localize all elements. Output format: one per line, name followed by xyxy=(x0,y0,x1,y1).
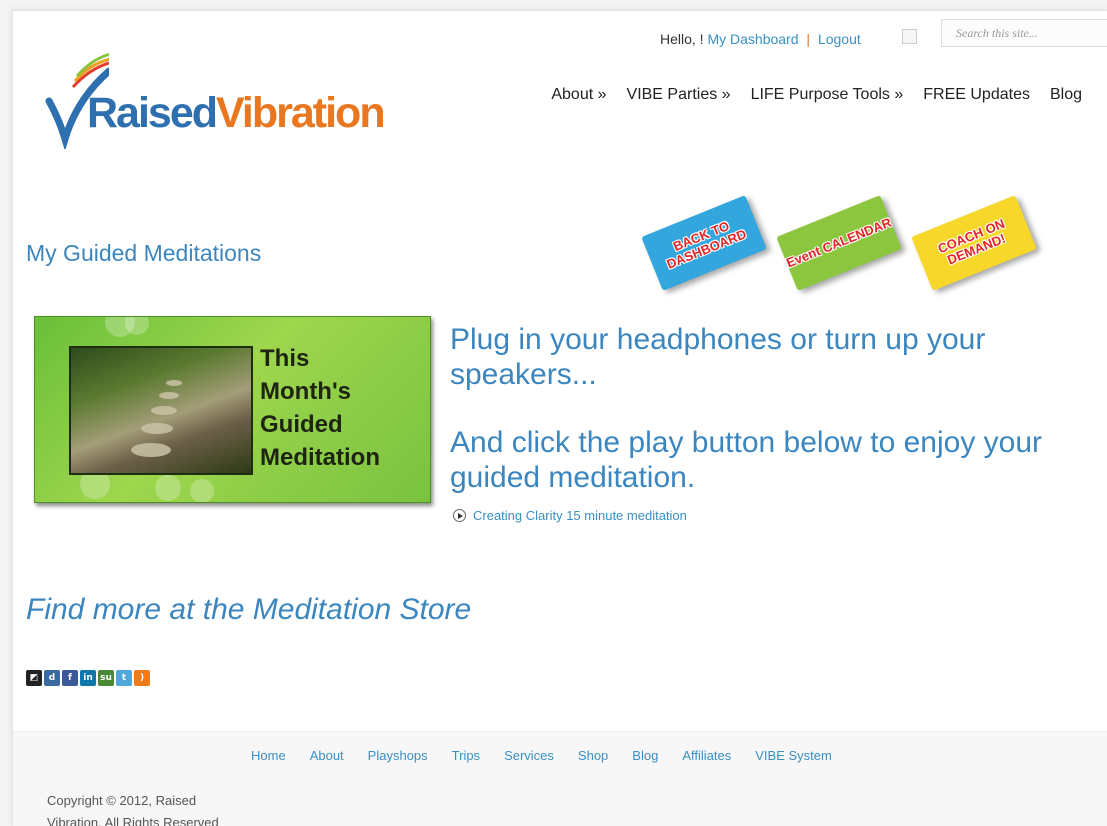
facebook-icon[interactable]: f xyxy=(62,670,78,686)
coach-on-demand-button[interactable]: COACH ON DEMAND! xyxy=(911,195,1037,291)
nav-free-updates[interactable]: FREE Updates xyxy=(923,86,1030,104)
event-calendar-button[interactable]: Event CALENDAR xyxy=(776,195,902,291)
linkedin-icon[interactable]: in xyxy=(80,670,96,686)
banner-line: Guided xyxy=(260,411,343,438)
banner-line: This xyxy=(260,345,310,372)
main-nav: About » VIBE Parties » LIFE Purpose Tool… xyxy=(551,86,1082,104)
logo-vibration: Vibration xyxy=(216,89,386,137)
bubble xyxy=(190,479,214,502)
logo-raised: Raised xyxy=(87,89,218,137)
headline-play-button: And click the play button below to enjoy… xyxy=(450,426,1043,494)
footer-nav: Home About Playshops Trips Services Shop… xyxy=(251,748,832,763)
user-bar: Hello, ! My Dashboard | Logout xyxy=(660,31,861,47)
meditation-store-link[interactable]: Find more at the Meditation Store xyxy=(26,593,471,627)
nav-life-purpose-tools[interactable]: LIFE Purpose Tools » xyxy=(751,86,904,104)
footer: Home About Playshops Trips Services Shop… xyxy=(13,731,1107,826)
my-dashboard-link[interactable]: My Dashboard xyxy=(707,31,798,47)
logout-link[interactable]: Logout xyxy=(818,31,861,47)
stumbleupon-icon[interactable]: su xyxy=(98,670,114,686)
delicious-icon[interactable]: ◩ xyxy=(26,670,42,686)
nav-blog[interactable]: Blog xyxy=(1050,86,1082,104)
social-share-bar: ◩ d f in su t ) xyxy=(26,670,150,686)
footer-link-vibe-system[interactable]: VIBE System xyxy=(755,748,832,763)
rss-icon[interactable]: ) xyxy=(134,670,150,686)
garden-path-image xyxy=(69,346,253,475)
greeting: Hello, ! xyxy=(660,31,704,47)
footer-link-blog[interactable]: Blog xyxy=(632,748,658,763)
footer-link-about[interactable]: About xyxy=(310,748,344,763)
copyright: Copyright © 2012, Raised Vibration. All … xyxy=(47,793,219,826)
banner-line: Meditation xyxy=(260,444,380,471)
site-logo[interactable]: RaisedVibration xyxy=(39,49,439,149)
logo-text: RaisedVibration xyxy=(87,89,386,138)
footer-link-shop[interactable]: Shop xyxy=(578,748,608,763)
page-title: My Guided Meditations xyxy=(26,240,262,266)
banner-text: This Month's Guided Meditation xyxy=(260,342,420,474)
headline-headphones: Plug in your headphones or turn up your … xyxy=(450,323,986,391)
footer-link-services[interactable]: Services xyxy=(504,748,554,763)
footer-link-playshops[interactable]: Playshops xyxy=(368,748,428,763)
nav-vibe-parties[interactable]: VIBE Parties » xyxy=(627,86,731,104)
monthly-meditation-banner: This Month's Guided Meditation xyxy=(34,316,431,503)
footer-link-affiliates[interactable]: Affiliates xyxy=(682,748,731,763)
footer-link-home[interactable]: Home xyxy=(251,748,286,763)
footer-link-trips[interactable]: Trips xyxy=(452,748,480,763)
play-icon[interactable] xyxy=(453,509,466,522)
bubble xyxy=(155,475,181,501)
search-input[interactable]: Search this site... xyxy=(941,19,1107,47)
twitter-icon[interactable]: t xyxy=(116,670,132,686)
separator: | xyxy=(806,31,811,47)
audio-track[interactable]: Creating Clarity 15 minute meditation xyxy=(453,508,687,523)
nav-about[interactable]: About » xyxy=(551,86,606,104)
page-frame: Hello, ! My Dashboard | Logout Search th… xyxy=(12,10,1107,826)
bubble xyxy=(125,317,149,335)
track-title[interactable]: Creating Clarity 15 minute meditation xyxy=(473,508,687,523)
digg-icon[interactable]: d xyxy=(44,670,60,686)
search-toggle-checkbox[interactable] xyxy=(902,29,917,44)
back-to-dashboard-button[interactable]: BACK TO DASHBOARD xyxy=(641,195,767,291)
banner-line: Month's xyxy=(260,378,352,405)
